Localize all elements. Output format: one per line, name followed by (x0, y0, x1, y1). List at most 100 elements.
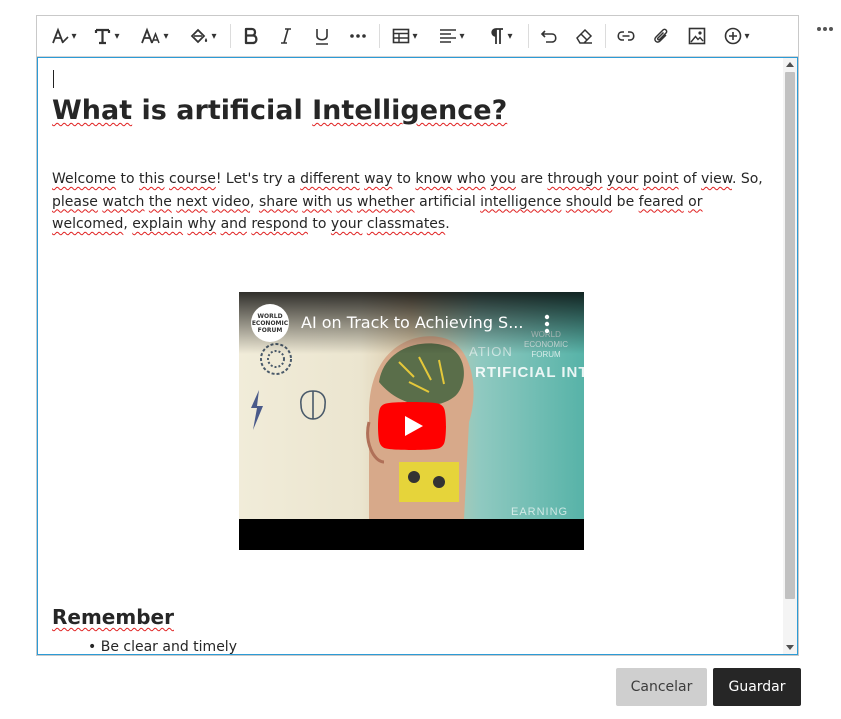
misspelled-word: and (220, 216, 247, 232)
remember-heading: Remember (52, 605, 174, 629)
chevron-down-icon: ▾ (71, 30, 77, 42)
misspelled-word: feared (638, 193, 684, 210)
bullet-marker: • (88, 639, 101, 655)
cancel-button[interactable]: Cancelar (616, 668, 707, 706)
undo-icon (540, 30, 557, 43)
underline-button[interactable] (304, 21, 340, 51)
title-word: Intelligence? (312, 95, 508, 126)
video-title[interactable]: AI on Track to Achieving S... (301, 313, 523, 332)
play-button-icon[interactable] (378, 402, 446, 450)
misspelled-word: or (688, 193, 703, 210)
misspelled-word: share (258, 193, 298, 210)
link-icon (617, 31, 635, 41)
title-word: What (52, 95, 133, 126)
clear-formatting-button[interactable] (566, 21, 602, 51)
rich-text-editor: ▾ ▾ ▾ ▾ ▾ ▾ ▾ ▾ What is artificial Intel… (36, 15, 799, 656)
text-style-icon (52, 27, 70, 44)
text-style-button[interactable]: ▾ (45, 21, 83, 51)
text-cursor (53, 70, 54, 88)
bold-icon (244, 27, 258, 45)
misspelled-word: respond (251, 216, 308, 232)
thumbnail-text: EARNING (511, 506, 569, 518)
attach-button[interactable] (643, 21, 679, 51)
title-word: is (141, 95, 167, 126)
misspelled-word: with (302, 193, 332, 210)
video-menu-icon[interactable] (539, 312, 555, 336)
vertical-scrollbar[interactable] (783, 58, 797, 654)
thumbnail-lightning-icon (251, 390, 263, 430)
scroll-thumb[interactable] (785, 72, 795, 599)
text-color-button[interactable]: ▾ (179, 21, 227, 51)
misspelled-word: you (490, 171, 516, 187)
misspelled-word: classmates (366, 216, 446, 232)
italic-button[interactable] (268, 21, 304, 51)
chevron-down-icon: ▾ (744, 30, 750, 42)
more-options-icon[interactable] (812, 18, 838, 40)
misspelled-word: Welcome (52, 171, 117, 187)
undo-button[interactable] (532, 21, 566, 51)
plus-circle-icon (725, 27, 742, 45)
toolbar-divider (379, 24, 380, 48)
misspelled-word: intelligence (480, 193, 562, 210)
more-formatting-button[interactable] (340, 21, 376, 51)
misspelled-word: explain (132, 216, 184, 232)
font-size-icon (141, 27, 161, 44)
misspelled-word: why (187, 216, 217, 232)
misspelled-word: this (139, 171, 165, 187)
ellipsis-icon (350, 34, 366, 38)
paperclip-icon (654, 28, 668, 43)
misspelled-word: way (364, 171, 393, 187)
table-icon (393, 28, 410, 44)
misspelled-word: point (642, 171, 679, 187)
image-icon (688, 27, 706, 45)
misspelled-word: watch (102, 193, 145, 210)
italic-icon (281, 28, 291, 44)
misspelled-word: video (211, 193, 251, 210)
channel-logo-text: WORLD ECONOMIC FORUM (251, 312, 289, 334)
link-button[interactable] (609, 21, 643, 51)
eraser-icon (576, 28, 593, 44)
editor-toolbar: ▾ ▾ ▾ ▾ ▾ ▾ ▾ ▾ (37, 16, 798, 57)
title-word: artificial (176, 95, 303, 126)
align-left-icon (440, 29, 457, 43)
misspelled-word: the (148, 193, 172, 210)
thumbnail-text: RTIFICIAL INT (475, 364, 584, 381)
align-button[interactable]: ▾ (427, 21, 477, 51)
scroll-down-icon[interactable] (786, 645, 794, 650)
table-button[interactable]: ▾ (383, 21, 427, 51)
misspelled-word: know (415, 171, 453, 187)
chevron-down-icon: ▾ (412, 30, 418, 42)
misspelled-word: course (169, 171, 216, 187)
font-family-icon (95, 28, 111, 45)
misspelled-word: different (300, 171, 360, 187)
misspelled-word: us (336, 193, 353, 210)
underline-icon (316, 29, 328, 45)
chevron-down-icon: ▾ (163, 30, 169, 42)
image-button[interactable] (679, 21, 715, 51)
misspelled-word: view (700, 171, 732, 187)
channel-avatar[interactable]: WORLD ECONOMIC FORUM (251, 304, 289, 342)
misspelled-word: through (547, 171, 603, 187)
pilcrow-icon (491, 28, 504, 44)
scroll-up-icon[interactable] (786, 62, 794, 67)
page-title: What is artificial Intelligence? (52, 95, 507, 126)
misspelled-word: please (52, 193, 98, 210)
misspelled-word: your (330, 216, 363, 232)
chevron-down-icon: ▾ (211, 30, 217, 42)
editor-content-area[interactable]: What is artificial Intelligence? Welcome… (37, 57, 798, 655)
misspelled-word: whether (357, 193, 415, 210)
font-family-button[interactable]: ▾ (83, 21, 131, 51)
save-button[interactable]: Guardar (713, 668, 801, 706)
embedded-video[interactable]: ATION RTIFICIAL INT EARNING WORLD ECONOM… (239, 292, 584, 550)
thumbnail-brain-icon (300, 390, 326, 420)
misspelled-word: who (456, 171, 486, 187)
insert-button[interactable]: ▾ (715, 21, 759, 51)
font-size-button[interactable]: ▾ (131, 21, 179, 51)
toolbar-divider (230, 24, 231, 48)
bold-button[interactable] (234, 21, 268, 51)
misspelled-word: should (565, 193, 613, 210)
intro-paragraph: Welcome to this course! Let's try a diff… (52, 171, 763, 232)
paint-bucket-icon (191, 28, 208, 44)
misspelled-word: your (606, 171, 639, 187)
paragraph-button[interactable]: ▾ (477, 21, 525, 51)
